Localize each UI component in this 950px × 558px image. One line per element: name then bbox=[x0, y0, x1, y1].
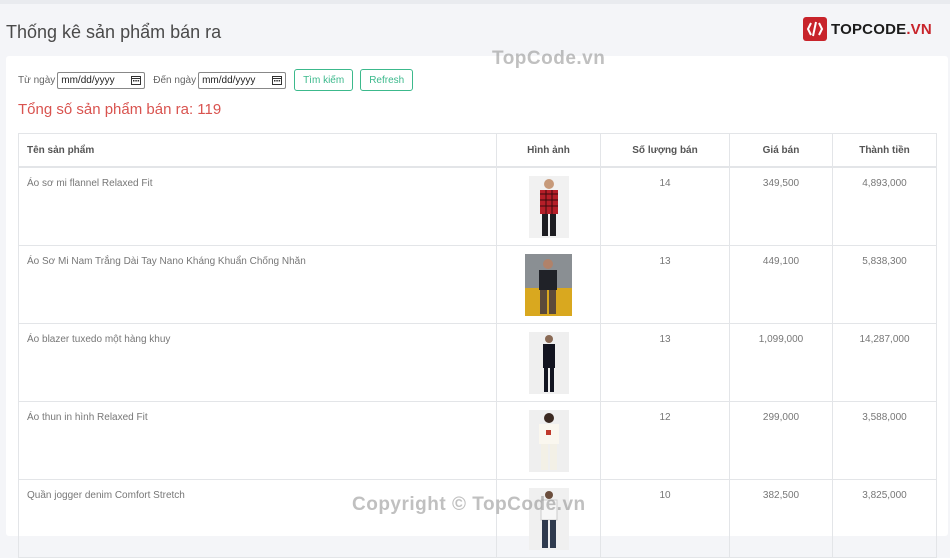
price: 382,500 bbox=[729, 479, 833, 558]
to-date-input[interactable]: mm/dd/yyyy bbox=[198, 71, 287, 89]
product-name: Áo thun in hình Relaxed Fit bbox=[18, 401, 497, 480]
header-bar: Thống kê sản phẩm bán ra TOPCODE.VN bbox=[0, 0, 950, 60]
line-total: 14,287,000 bbox=[832, 323, 937, 402]
from-date-label: Từ ngày bbox=[18, 74, 56, 86]
calendar-icon[interactable] bbox=[272, 75, 283, 85]
product-image bbox=[528, 332, 569, 394]
line-total: 3,825,000 bbox=[832, 479, 937, 558]
product-name: Quần jogger denim Comfort Stretch bbox=[18, 479, 497, 558]
column-header-price: Giá bán bbox=[729, 133, 833, 168]
column-header-total: Thành tiền bbox=[832, 133, 937, 168]
line-total: 4,893,000 bbox=[832, 166, 937, 246]
topcode-logo[interactable]: TOPCODE.VN bbox=[803, 16, 932, 42]
table-row: Áo thun in hình Relaxed Fit 12 299,000 3… bbox=[18, 401, 937, 480]
quantity-sold: 13 bbox=[600, 245, 730, 324]
table-row: Quần jogger denim Comfort Stretch 10 382… bbox=[18, 479, 937, 558]
quantity-sold: 14 bbox=[600, 166, 730, 246]
calendar-icon[interactable] bbox=[131, 75, 142, 85]
product-image-cell bbox=[496, 401, 601, 480]
quantity-sold: 12 bbox=[600, 401, 730, 480]
price: 299,000 bbox=[729, 401, 833, 480]
quantity-sold: 13 bbox=[600, 323, 730, 402]
product-image-cell bbox=[496, 479, 601, 558]
price: 1,099,000 bbox=[729, 323, 833, 402]
product-name: Áo blazer tuxedo một hàng khuy bbox=[18, 323, 497, 402]
product-name: Áo sơ mi flannel Relaxed Fit bbox=[18, 166, 497, 246]
total-sold-text: Tổng số sản phẩm bán ra: 119 bbox=[18, 101, 222, 118]
product-image-cell bbox=[496, 166, 601, 246]
product-image bbox=[525, 254, 572, 316]
refresh-button[interactable]: Refresh bbox=[360, 69, 414, 91]
product-image bbox=[528, 176, 569, 238]
table-row: Áo blazer tuxedo một hàng khuy 13 1,099,… bbox=[18, 323, 937, 402]
page-title: Thống kê sản phẩm bán ra bbox=[6, 22, 222, 42]
quantity-sold: 10 bbox=[600, 479, 730, 558]
product-name: Áo Sơ Mi Nam Trắng Dài Tay Nano Kháng Kh… bbox=[18, 245, 497, 324]
product-image-cell bbox=[496, 245, 601, 324]
from-date-input[interactable]: mm/dd/yyyy bbox=[57, 71, 146, 89]
price: 449,100 bbox=[729, 245, 833, 324]
logo-mark-icon bbox=[803, 17, 827, 41]
products-table: Tên sản phẩm Hình ảnh Số lượng bán Giá b… bbox=[18, 133, 937, 558]
line-total: 3,588,000 bbox=[832, 401, 937, 480]
logo-text: TOPCODE.VN bbox=[831, 20, 932, 38]
to-date-label: Đến ngày bbox=[153, 74, 197, 86]
search-button[interactable]: Tìm kiếm bbox=[294, 69, 354, 91]
column-header-image: Hình ảnh bbox=[496, 133, 601, 168]
table-row: Áo Sơ Mi Nam Trắng Dài Tay Nano Kháng Kh… bbox=[18, 245, 937, 324]
content-card: Từ ngày mm/dd/yyyy Đến ngày mm/dd/yyyy T… bbox=[6, 56, 948, 558]
date-filter: Từ ngày mm/dd/yyyy Đến ngày mm/dd/yyyy T… bbox=[18, 68, 414, 92]
price: 349,500 bbox=[729, 166, 833, 246]
product-image bbox=[528, 410, 569, 472]
column-header-name: Tên sản phẩm bbox=[18, 133, 497, 168]
table-header-row: Tên sản phẩm Hình ảnh Số lượng bán Giá b… bbox=[18, 133, 937, 168]
column-header-quantity: Số lượng bán bbox=[600, 133, 730, 168]
product-image-cell bbox=[496, 323, 601, 402]
product-image bbox=[528, 488, 569, 550]
line-total: 5,838,300 bbox=[832, 245, 937, 324]
table-row: Áo sơ mi flannel Relaxed Fit 14 349,500 … bbox=[18, 166, 937, 246]
